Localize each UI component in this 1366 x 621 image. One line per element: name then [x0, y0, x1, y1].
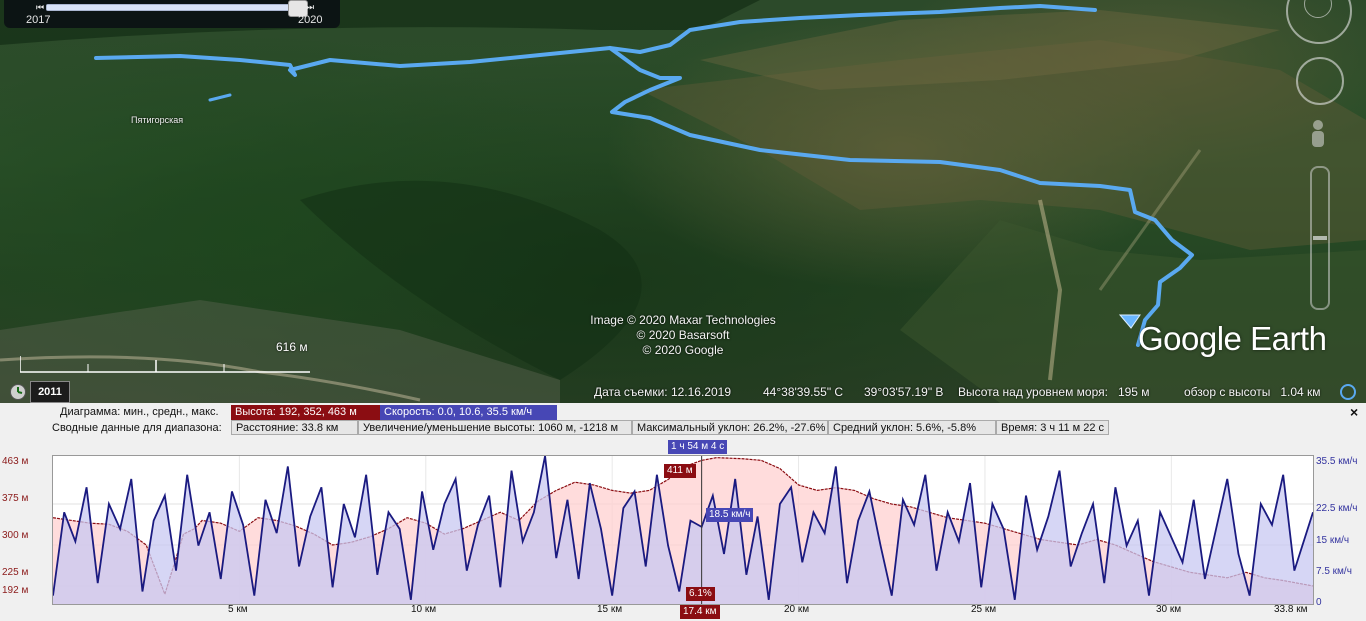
- range-distance: Расстояние: 33.8 км: [231, 420, 358, 435]
- attribution-line: © 2020 Google: [642, 343, 724, 357]
- chart-stats-label: Диаграмма: мин., средн., макс.: [60, 406, 219, 418]
- range-max-slope: Максимальный уклон: 26.2%, -27.6%: [632, 420, 828, 435]
- cursor-slope-badge: 6.1%: [686, 587, 715, 601]
- y-right-tick: 7.5 км/ч: [1316, 566, 1352, 577]
- timeline-back-icon[interactable]: ⏮: [36, 2, 44, 13]
- y-right-tick: 15 км/ч: [1316, 535, 1350, 546]
- y-right-tick: 35.5 км/ч: [1316, 456, 1358, 467]
- position-marker-icon: [1118, 314, 1141, 329]
- cursor-distance-badge: 17.4 км: [680, 605, 720, 619]
- latitude: 44°38'39.55" С: [763, 385, 844, 399]
- x-tick: 15 км: [597, 604, 623, 615]
- street-view-pegman-icon[interactable]: [1308, 118, 1328, 158]
- elevation-stats[interactable]: Высота: 192, 352, 463 м: [231, 405, 380, 420]
- timeline-forward-icon[interactable]: ⏭: [306, 2, 314, 13]
- x-tick: 20 км: [784, 604, 810, 615]
- zoom-thumb[interactable]: [1313, 236, 1327, 240]
- y-left-tick: 192 м: [2, 585, 29, 596]
- historical-imagery-slider[interactable]: ⏮ ⏭ 2017 2020: [4, 0, 340, 28]
- scale-label: 616 м: [276, 340, 308, 354]
- close-icon[interactable]: ×: [1350, 404, 1358, 420]
- capture-date: Дата съемки: 12.16.2019: [594, 385, 732, 399]
- x-tick: 30 км: [1156, 604, 1182, 615]
- place-label: Пятигорская: [131, 115, 184, 125]
- navigation-controls[interactable]: [1282, 0, 1366, 320]
- y-left-tick: 375 м: [2, 493, 29, 504]
- elevation-readout: Высота над уровнем моря: 195 м: [958, 385, 1150, 399]
- y-right-tick: 22.5 км/ч: [1316, 503, 1358, 514]
- y-right-tick: 0: [1316, 597, 1322, 608]
- range-summary-label: Сводные данные для диапазона:: [52, 422, 222, 434]
- range-time: Время: 3 ч 11 м 22 с: [996, 420, 1109, 435]
- profile-chart-svg[interactable]: [52, 455, 1314, 604]
- timeline-track[interactable]: [46, 4, 298, 11]
- loading-status-icon: [1340, 384, 1356, 400]
- look-joystick-icon[interactable]: [1296, 57, 1344, 105]
- attribution-line: © 2020 Basarsoft: [636, 328, 730, 342]
- earth-map-view[interactable]: ⏮ ⏭ 2017 2020 Пятигорская Image © 2020 M…: [0, 0, 1366, 403]
- timeline-end-year: 2020: [298, 14, 323, 26]
- y-left-tick: 300 м: [2, 530, 29, 541]
- status-bar: Дата съемки: 12.16.2019 44°38'39.55" С 3…: [0, 381, 1366, 403]
- cursor-elevation-badge: 411 м: [664, 464, 696, 478]
- attribution-line: Image © 2020 Maxar Technologies: [590, 313, 776, 327]
- range-gain-loss: Увеличение/уменьшение высоты: 1060 м, -1…: [358, 420, 632, 435]
- imagery-attribution: Image © 2020 Maxar Technologies © 2020 B…: [560, 313, 806, 358]
- cursor-speed-badge: 18.5 км/ч: [706, 508, 754, 522]
- speed-stats[interactable]: Скорость: 0.0, 10.6, 35.5 км/ч: [380, 405, 557, 420]
- x-tick: 25 км: [971, 604, 997, 615]
- cursor-time-badge: 1 ч 54 м 4 с: [668, 440, 728, 454]
- longitude: 39°03'57.19" В: [864, 385, 944, 399]
- x-tick: 33.8 км: [1274, 604, 1308, 615]
- timeline-start-year: 2017: [26, 14, 51, 26]
- scale-bar: [20, 356, 310, 373]
- x-tick: 10 км: [411, 604, 437, 615]
- range-avg-slope: Средний уклон: 5.6%, -5.8%: [828, 420, 996, 435]
- y-left-tick: 225 м: [2, 567, 29, 578]
- google-earth-logo: Google Earth: [1138, 320, 1327, 357]
- x-tick: 5 км: [228, 604, 248, 615]
- y-left-tick: 463 м: [2, 456, 29, 467]
- eye-altitude: обзор с высоты 1.04 км: [1184, 385, 1321, 399]
